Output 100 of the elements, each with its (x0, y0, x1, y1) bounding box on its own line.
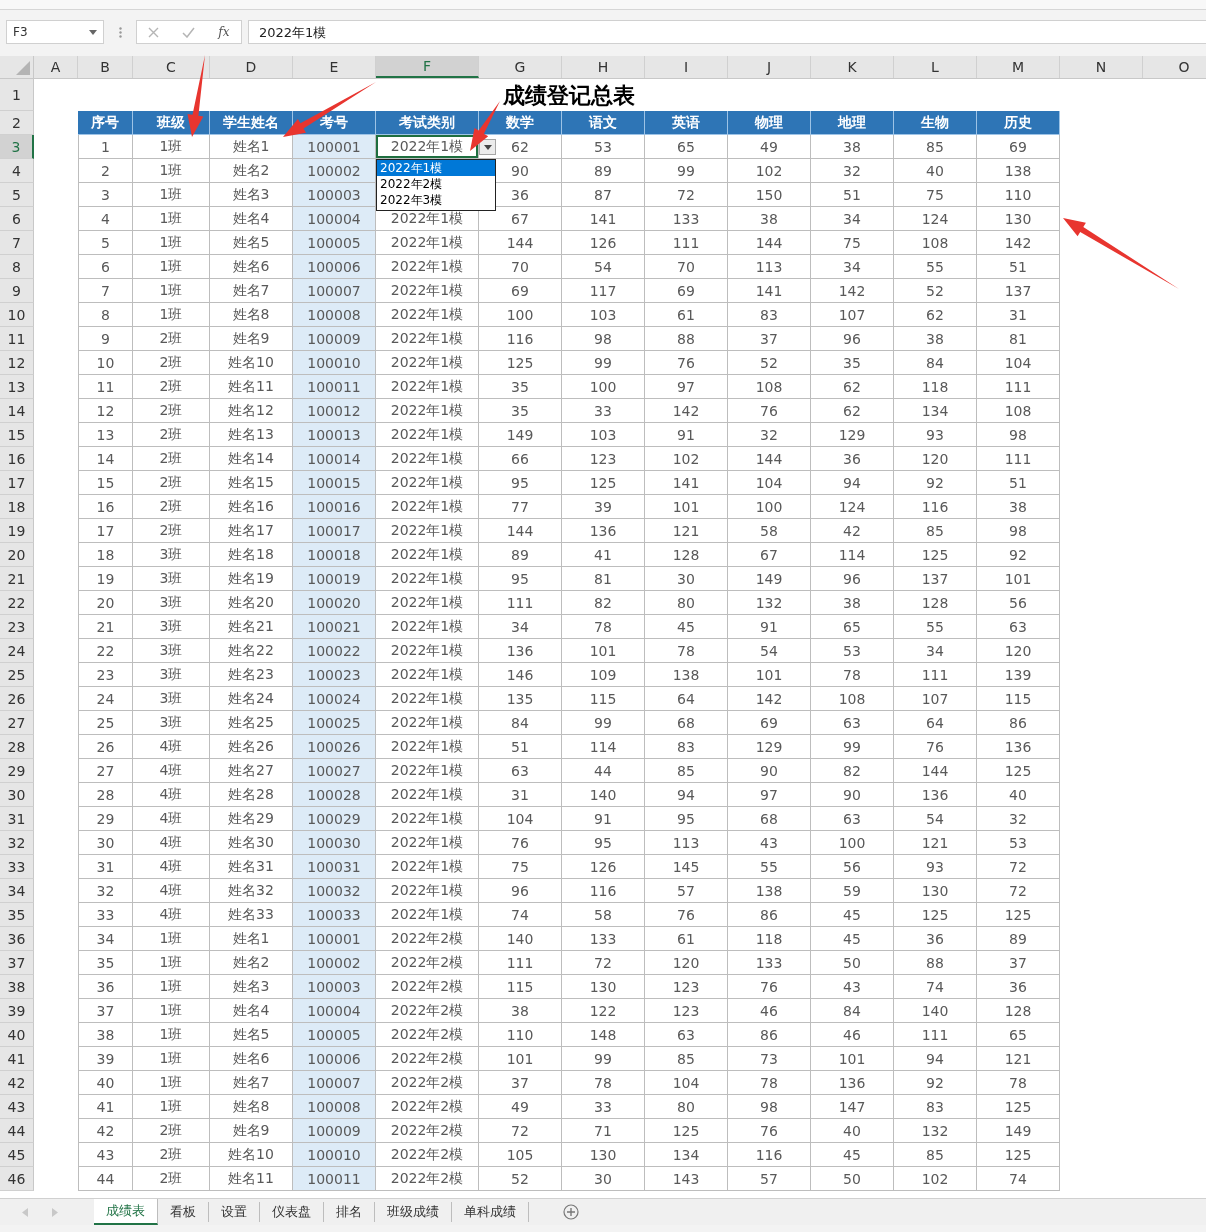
row-header[interactable]: 2 (0, 111, 34, 135)
column-header[interactable]: D (210, 56, 293, 78)
row-header[interactable]: 40 (0, 1023, 34, 1047)
sheet-tab[interactable]: 成绩表 (94, 1199, 158, 1225)
sheet-tab[interactable]: 班级成绩 (375, 1202, 452, 1222)
table-cell: 15 (78, 471, 133, 495)
row-header[interactable]: 38 (0, 975, 34, 999)
row-header[interactable]: 43 (0, 1095, 34, 1119)
row-header[interactable]: 24 (0, 639, 34, 663)
table-cell: 34 (894, 639, 977, 663)
table-cell: 46 (728, 999, 811, 1023)
row-header[interactable]: 46 (0, 1167, 34, 1191)
row-header[interactable]: 39 (0, 999, 34, 1023)
row-header[interactable]: 10 (0, 303, 34, 327)
row-header[interactable]: 9 (0, 279, 34, 303)
row-header[interactable]: 26 (0, 687, 34, 711)
table-cell: 87 (562, 183, 645, 207)
row-header[interactable]: 14 (0, 399, 34, 423)
row-header[interactable]: 15 (0, 423, 34, 447)
row-header[interactable]: 19 (0, 519, 34, 543)
add-sheet-icon[interactable] (563, 1204, 579, 1220)
row-header[interactable]: 30 (0, 783, 34, 807)
table-cell: 2班 (133, 375, 210, 399)
table-cell: 100004 (293, 207, 376, 231)
dropdown-option[interactable]: 2022年1模 (377, 160, 495, 176)
column-header[interactable]: A (34, 56, 78, 78)
next-sheet-icon[interactable] (52, 1207, 58, 1217)
row-header[interactable]: 7 (0, 231, 34, 255)
column-header[interactable]: H (562, 56, 645, 78)
row-header[interactable]: 44 (0, 1119, 34, 1143)
row-header[interactable]: 3 (0, 135, 34, 159)
formula-field[interactable]: 2022年1模 (248, 20, 1206, 44)
table-cell: 63 (811, 711, 894, 735)
row-header[interactable]: 33 (0, 855, 34, 879)
table-cell: 141 (728, 279, 811, 303)
table-cell: 111 (977, 447, 1060, 471)
row-header[interactable]: 12 (0, 351, 34, 375)
row-header[interactable]: 4 (0, 159, 34, 183)
row-header[interactable]: 11 (0, 327, 34, 351)
column-header[interactable]: G (479, 56, 562, 78)
row-header[interactable]: 1 (0, 79, 34, 111)
row-header[interactable]: 6 (0, 207, 34, 231)
row-header[interactable]: 31 (0, 807, 34, 831)
sheet-tab[interactable]: 看板 (158, 1202, 209, 1222)
table-cell: 83 (894, 1095, 977, 1119)
column-header[interactable]: J (728, 56, 811, 78)
table-cell: 1班 (133, 1047, 210, 1071)
sheet-tab[interactable]: 仪表盘 (260, 1202, 324, 1222)
table-cell: 140 (562, 783, 645, 807)
sheet-tab[interactable]: 单科成绩 (452, 1202, 529, 1222)
table-cell: 64 (645, 687, 728, 711)
row-header[interactable]: 35 (0, 903, 34, 927)
row-header[interactable]: 18 (0, 495, 34, 519)
table-cell: 31 (78, 855, 133, 879)
row-header[interactable]: 28 (0, 735, 34, 759)
row-header[interactable]: 16 (0, 447, 34, 471)
row-header[interactable]: 42 (0, 1071, 34, 1095)
column-header[interactable]: K (811, 56, 894, 78)
row-header[interactable]: 34 (0, 879, 34, 903)
column-header[interactable]: I (645, 56, 728, 78)
column-header[interactable]: M (977, 56, 1060, 78)
column-header[interactable]: B (78, 56, 133, 78)
check-icon[interactable] (182, 26, 196, 38)
row-header[interactable]: 27 (0, 711, 34, 735)
dropdown-button[interactable] (479, 139, 496, 155)
row-header[interactable]: 32 (0, 831, 34, 855)
row-header[interactable]: 20 (0, 543, 34, 567)
row-header[interactable]: 41 (0, 1047, 34, 1071)
table-cell: 70 (479, 255, 562, 279)
sheet-tab[interactable]: 排名 (324, 1202, 375, 1222)
table-cell: 72 (645, 183, 728, 207)
row-header[interactable]: 29 (0, 759, 34, 783)
row-header[interactable]: 8 (0, 255, 34, 279)
row-header[interactable]: 21 (0, 567, 34, 591)
grip-icon[interactable] (119, 26, 122, 38)
function-button[interactable]: fx (218, 25, 230, 39)
table-cell: 2022年2模 (376, 999, 479, 1023)
row-header[interactable]: 17 (0, 471, 34, 495)
row-header[interactable]: 22 (0, 591, 34, 615)
previous-sheet-icon[interactable] (22, 1207, 28, 1217)
select-all-icon[interactable] (16, 61, 30, 75)
active-cell[interactable]: 2022年1模 (376, 135, 478, 158)
table-cell: 95 (562, 831, 645, 855)
close-icon[interactable] (148, 26, 160, 38)
column-header[interactable]: O (1143, 56, 1206, 78)
row-header[interactable]: 5 (0, 183, 34, 207)
row-header[interactable]: 37 (0, 951, 34, 975)
sheet-tab[interactable]: 设置 (209, 1202, 260, 1222)
table-cell: 116 (479, 327, 562, 351)
row-header[interactable]: 23 (0, 615, 34, 639)
row-header[interactable]: 13 (0, 375, 34, 399)
row-header[interactable]: 45 (0, 1143, 34, 1167)
column-header[interactable]: L (894, 56, 977, 78)
column-header[interactable]: F (376, 56, 479, 78)
row-header[interactable]: 25 (0, 663, 34, 687)
column-header[interactable]: N (1060, 56, 1143, 78)
row-header[interactable]: 36 (0, 927, 34, 951)
table-cell: 99 (645, 159, 728, 183)
table-cell: 133 (562, 927, 645, 951)
name-box[interactable]: F3 (6, 20, 104, 44)
